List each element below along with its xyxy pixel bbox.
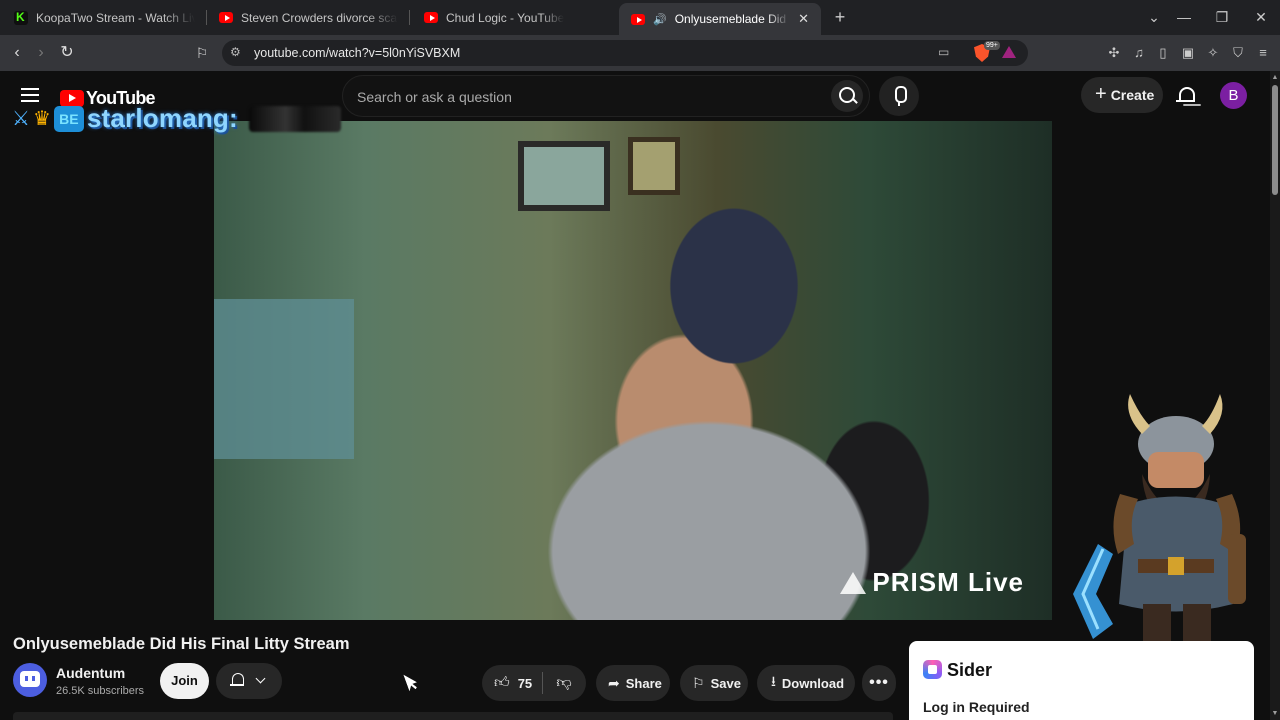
tab-title: Steven Crowders divorce scandal | RE	[241, 10, 398, 25]
download-button[interactable]: ⭳ Download	[757, 665, 855, 701]
wall-picture	[628, 137, 680, 195]
wallet-icon[interactable]: ▣	[1179, 44, 1197, 62]
tab-title: Onlyusemeblade Did His Final	[674, 12, 790, 26]
subscriber-count: 26.5K subscribers	[56, 685, 145, 697]
scroll-down-icon[interactable]: ▼	[1271, 710, 1279, 717]
tab-separator	[409, 10, 410, 25]
kick-icon	[14, 10, 28, 25]
minimize-button[interactable]: —	[1166, 0, 1202, 35]
browser-tab-crowder[interactable]: Steven Crowders divorce scandal | RE	[207, 0, 410, 35]
bookmark-icon: ⚐	[692, 674, 705, 691]
maximize-button[interactable]: ❐	[1204, 0, 1240, 35]
sidebar-icon[interactable]: ▯	[1154, 44, 1172, 62]
vpn-icon[interactable]: ⛉	[1229, 44, 1247, 62]
thumbs-down-icon: 👎︎	[556, 674, 572, 691]
tab-close-icon[interactable]: ✕	[798, 11, 809, 27]
youtube-icon	[631, 13, 645, 25]
tab-title: KoopaTwo Stream - Watch Live o	[36, 10, 195, 25]
watermark-text: PRISM Live	[872, 567, 1024, 597]
sword-emote-icon: ⚔	[12, 108, 30, 130]
save-label: Save	[710, 675, 741, 691]
sider-panel: Sider Log in Required	[909, 641, 1254, 720]
prism-live-watermark: PRISM Live	[840, 567, 1024, 598]
bookmark-icon[interactable]: ⚐	[190, 41, 214, 65]
share-icon: ➦	[608, 674, 620, 691]
video-player[interactable]: PRISM Live	[214, 121, 1052, 620]
speaker-icon[interactable]: 🔊	[653, 13, 667, 26]
dislike-button[interactable]: 👎︎	[543, 674, 585, 692]
description-box-edge	[13, 712, 893, 720]
join-button[interactable]: Join	[160, 663, 209, 699]
wall-picture	[518, 141, 610, 211]
like-dislike-group: 👍︎ 75 👎︎	[482, 665, 586, 701]
brave-rewards-icon[interactable]	[1002, 46, 1016, 58]
download-icon: ⭳	[771, 673, 776, 689]
account-avatar[interactable]: B	[1220, 82, 1247, 109]
plus-icon: +	[1095, 83, 1107, 105]
youtube-icon	[424, 12, 438, 23]
sider-name: Sider	[947, 660, 993, 680]
share-button[interactable]: ➦ Share	[596, 665, 670, 701]
download-label: Download	[781, 675, 845, 691]
new-tab-button[interactable]: +	[829, 6, 851, 28]
url-text[interactable]: youtube.com/watch?v=5l0nYiSVBXM	[254, 46, 460, 60]
browser-tab-strip: KoopaTwo Stream - Watch Live o Steven Cr…	[0, 0, 1280, 35]
chat-badge: BE	[53, 105, 84, 132]
subscription-notifications-button[interactable]	[216, 663, 282, 699]
youtube-page: YouTube Search or ask a question + Creat…	[0, 71, 1270, 720]
menu-icon[interactable]: ≡	[1254, 44, 1272, 62]
thumbs-up-icon: 👍︎	[494, 674, 510, 691]
redacted-message	[248, 105, 341, 132]
more-actions-button[interactable]: •••	[862, 665, 896, 701]
search-icon[interactable]	[831, 80, 863, 112]
crown-emote-icon: ♛	[32, 108, 51, 130]
notifications-bell-icon[interactable]	[1176, 85, 1196, 107]
back-button[interactable]: ‹	[5, 41, 29, 65]
sider-logo-icon	[923, 660, 942, 679]
tab-title: Chud Logic - YouTube	[446, 10, 565, 25]
cast-icon[interactable]: ▭	[938, 45, 949, 59]
save-button[interactable]: ⚐ Save	[680, 665, 748, 701]
browser-tab-active[interactable]: 🔊 Onlyusemeblade Did His Final ✕	[619, 3, 821, 35]
address-bar[interactable]: ⚙ youtube.com/watch?v=5l0nYiSVBXM ▭ 99+	[222, 40, 1028, 66]
overlay-username: starlomang:	[86, 103, 238, 133]
create-label: Create	[1110, 87, 1155, 103]
media-icon[interactable]: ♫	[1130, 44, 1148, 62]
create-button[interactable]: + Create	[1081, 77, 1163, 113]
search-box[interactable]: Search or ask a question	[342, 75, 870, 117]
chevron-down-icon	[255, 673, 266, 684]
page-scrollbar[interactable]: ▲ ▼	[1270, 71, 1280, 720]
leo-ai-icon[interactable]: ✧	[1204, 44, 1222, 62]
wall-poster	[214, 299, 354, 459]
share-label: Share	[625, 675, 662, 691]
close-window-button[interactable]: ✕	[1243, 0, 1279, 35]
like-count: 75	[517, 675, 533, 691]
voice-search-icon[interactable]	[879, 76, 919, 116]
stream-overlay-username: ⚔ ♛ BE starlomang:	[12, 103, 341, 134]
youtube-icon	[219, 12, 233, 23]
guide-menu-icon[interactable]	[21, 88, 39, 102]
shields-count-badge: 99+	[984, 41, 1000, 50]
site-settings-icon[interactable]: ⚙	[230, 45, 244, 59]
extensions-icon[interactable]: ✣	[1105, 44, 1123, 62]
search-input[interactable]: Search or ask a question	[357, 89, 512, 105]
reload-button[interactable]: ↻	[55, 41, 79, 65]
scrollbar-thumb[interactable]	[1272, 85, 1278, 195]
scroll-up-icon[interactable]: ▲	[1271, 74, 1279, 81]
login-required-text[interactable]: Log in Required	[923, 699, 1030, 715]
channel-name[interactable]: Audentum	[56, 665, 125, 681]
browser-tab-kick[interactable]: KoopaTwo Stream - Watch Live o	[2, 0, 207, 35]
channel-avatar[interactable]	[13, 663, 47, 697]
browser-tab-chud-logic[interactable]: Chud Logic - YouTube	[412, 0, 617, 35]
mouse-cursor	[403, 670, 420, 691]
bell-icon	[230, 673, 244, 686]
like-button[interactable]: 👍︎ 75	[482, 674, 542, 692]
forward-button[interactable]: ›	[29, 41, 53, 65]
prism-logo-icon	[840, 571, 867, 594]
video-title: Onlyusemeblade Did His Final Litty Strea…	[13, 635, 350, 653]
browser-toolbar: ‹ › ↻ ⚐ ⚙ youtube.com/watch?v=5l0nYiSVBX…	[0, 35, 1280, 71]
